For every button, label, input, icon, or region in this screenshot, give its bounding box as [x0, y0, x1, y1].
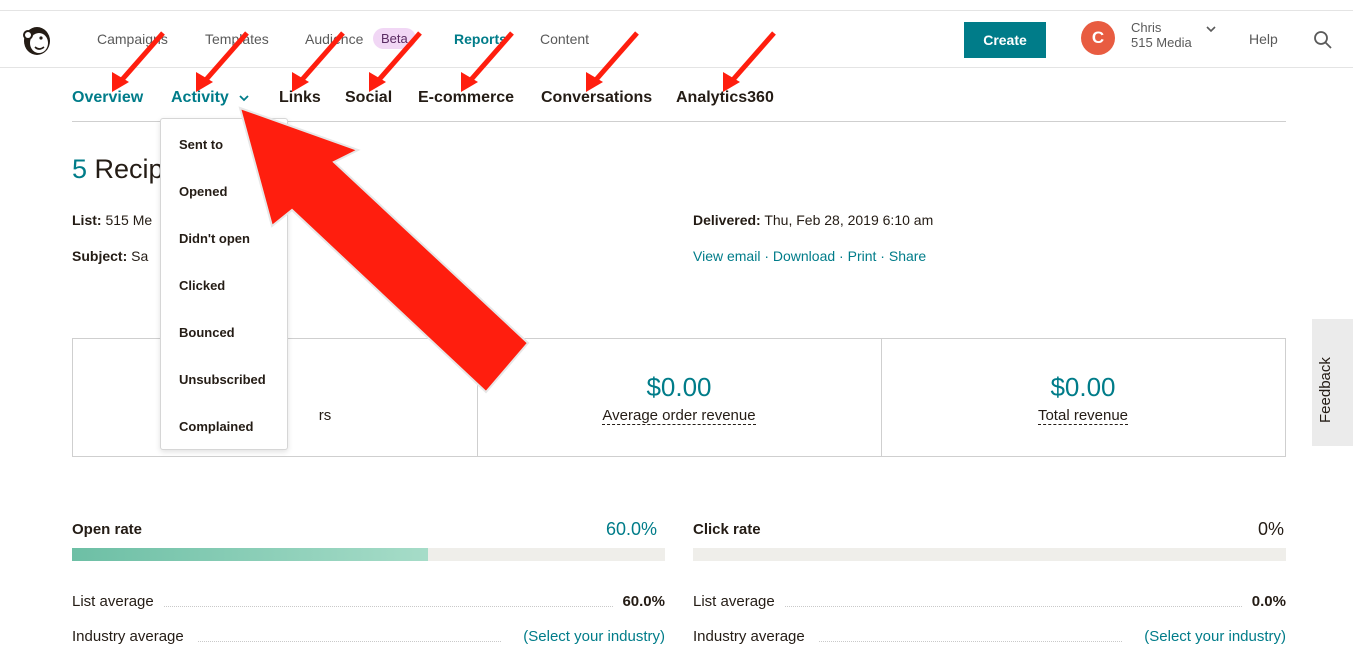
- click-list-average-row: List average 0.0%: [693, 593, 1286, 611]
- open-rate-bar: [72, 548, 665, 561]
- delivered-meta: Delivered: Thu, Feb 28, 2019 6:10 am: [693, 212, 933, 228]
- feedback-tab[interactable]: Feedback: [1312, 319, 1353, 446]
- list-average-label: List average: [693, 593, 775, 610]
- help-link[interactable]: Help: [1249, 31, 1278, 47]
- list-average-value: 0.0%: [1251, 593, 1286, 610]
- list-meta: List: 515 Me: [72, 212, 152, 228]
- delivered-label: Delivered:: [693, 212, 761, 228]
- subject-value: Sa: [131, 248, 149, 264]
- menu-item-complained[interactable]: Complained: [179, 419, 253, 434]
- open-rate-value: 60.0%: [606, 519, 658, 539]
- dotted-leader: [198, 641, 501, 642]
- tab-ecommerce[interactable]: E-commerce: [418, 89, 514, 107]
- dotted-leader: [819, 641, 1122, 642]
- page-title: 5 Recip: [72, 154, 164, 185]
- nav-reports[interactable]: Reports: [454, 31, 507, 47]
- dotted-leader: [785, 606, 1242, 607]
- user-org: 515 Media: [1131, 35, 1192, 50]
- nav-audience[interactable]: Audience: [305, 31, 363, 47]
- report-tabs: Overview Activity Links Social E-commerc…: [72, 78, 1286, 122]
- menu-item-bounced[interactable]: Bounced: [179, 325, 235, 340]
- subject-meta: Subject: Sa: [72, 248, 148, 264]
- tab-analytics360[interactable]: Analytics360: [676, 89, 774, 107]
- activity-dropdown-menu: Sent to Opened Didn't open Clicked Bounc…: [160, 118, 288, 450]
- nav-campaigns[interactable]: Campaigns: [97, 31, 168, 47]
- menu-item-sent-to[interactable]: Sent to: [179, 137, 223, 152]
- total-revenue-value: $0.00: [1050, 372, 1116, 402]
- tab-activity-label: Activity: [171, 89, 229, 106]
- industry-average-label: Industry average: [72, 628, 184, 645]
- avatar[interactable]: C: [1081, 21, 1115, 55]
- feedback-label: Feedback: [1317, 357, 1334, 423]
- open-list-average-row: List average 60.0%: [72, 593, 665, 611]
- list-label: List:: [72, 212, 102, 228]
- click-rate-bar: [693, 548, 1286, 561]
- click-rate-label: Click rate: [693, 521, 761, 538]
- beta-badge: Beta: [373, 28, 416, 49]
- chevron-down-icon: [239, 95, 249, 102]
- open-rate-bar-fill: [72, 548, 428, 561]
- select-industry-link[interactable]: (Select your industry): [523, 628, 665, 645]
- separator: ·: [839, 248, 844, 264]
- recipients-label: Recip: [94, 154, 164, 184]
- download-link[interactable]: Download: [773, 248, 835, 264]
- dotted-leader: [164, 606, 613, 607]
- avg-order-revenue-label: Average order revenue: [602, 407, 756, 425]
- tab-activity[interactable]: Activity: [171, 89, 249, 107]
- tab-social[interactable]: Social: [345, 89, 392, 107]
- menu-item-opened[interactable]: Opened: [179, 184, 227, 199]
- print-link[interactable]: Print: [848, 248, 877, 264]
- avg-order-revenue-value: $0.00: [646, 372, 712, 402]
- tab-links[interactable]: Links: [279, 89, 321, 107]
- report-actions: View email · Download · Print · Share: [693, 248, 926, 264]
- recipients-count: 5: [72, 154, 88, 184]
- list-average-value: 60.0%: [622, 593, 665, 610]
- top-navigation: Campaigns Templates Audience Beta Report…: [0, 11, 1353, 68]
- menu-item-didnt-open[interactable]: Didn't open: [179, 231, 250, 246]
- separator: ·: [880, 248, 885, 264]
- click-industry-average-row: Industry average (Select your industry): [693, 628, 1286, 646]
- menu-item-clicked[interactable]: Clicked: [179, 278, 225, 293]
- search-icon[interactable]: [1312, 29, 1334, 51]
- user-name: Chris: [1131, 20, 1162, 35]
- nav-templates[interactable]: Templates: [205, 31, 269, 47]
- nav-content[interactable]: Content: [540, 31, 589, 47]
- tab-overview[interactable]: Overview: [72, 89, 143, 107]
- total-revenue-label: Total revenue: [1037, 407, 1129, 425]
- chevron-down-icon[interactable]: [1206, 25, 1216, 33]
- list-value: 515 Me: [105, 212, 153, 228]
- user-menu[interactable]: Chris 515 Media: [1131, 20, 1192, 50]
- tab-conversations[interactable]: Conversations: [541, 89, 652, 107]
- list-average-label: List average: [72, 593, 154, 610]
- create-button[interactable]: Create: [964, 22, 1046, 58]
- delivered-value: Thu, Feb 28, 2019 6:10 am: [764, 212, 934, 228]
- select-industry-link[interactable]: (Select your industry): [1144, 628, 1286, 645]
- click-rate-value: 0%: [1258, 519, 1285, 539]
- subject-label: Subject:: [72, 248, 128, 264]
- open-industry-average-row: Industry average (Select your industry): [72, 628, 665, 646]
- separator: ·: [764, 248, 769, 264]
- share-link[interactable]: Share: [889, 248, 926, 264]
- menu-item-unsubscribed[interactable]: Unsubscribed: [179, 372, 266, 387]
- industry-average-label: Industry average: [693, 628, 805, 645]
- view-email-link[interactable]: View email: [693, 248, 760, 264]
- mailchimp-logo-icon[interactable]: [20, 23, 54, 57]
- open-rate-label: Open rate: [72, 521, 143, 538]
